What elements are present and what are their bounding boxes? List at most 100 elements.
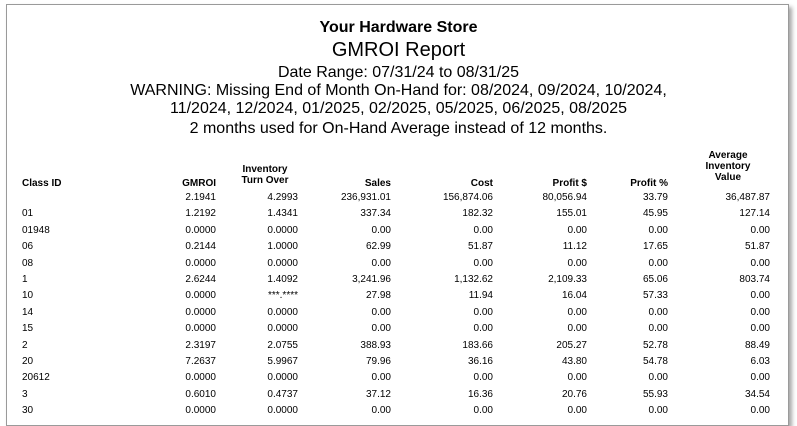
- table-row: 20612 0.0000 0.0000 0.00 0.00 0.00 0.00 0.00: [0, 369, 797, 386]
- col-header-avg-line3: Value: [714, 172, 742, 183]
- col-header-turnover: Inventory Turn Over: [232, 164, 298, 186]
- cell-sales: 337.34: [360, 208, 391, 220]
- cell-avg-inventory: 88.49: [744, 339, 770, 351]
- table-row: 01948 0.0000 0.0000 0.00 0.00 0.00 0.00 0.00: [0, 222, 797, 239]
- cell-profit-amount: 11.12: [562, 241, 587, 253]
- cell-gmroi: 2.6244: [185, 274, 216, 285]
- cell-sales: 79.96: [365, 356, 391, 367]
- cell-cost: 0.00: [473, 372, 493, 384]
- cell-profit-percent: 52.78: [642, 339, 668, 351]
- cell-turnover: 0.0000: [267, 306, 298, 318]
- cell-gmroi: 0.0000: [185, 405, 216, 417]
- cell-cost: 51.87: [467, 241, 493, 253]
- cell-turnover: 1.0000: [267, 241, 298, 253]
- cell-profit-amount: 43.80: [561, 356, 587, 367]
- cell-class-id: 30: [22, 405, 34, 417]
- table-row: 10 0.0000 ***.**** 27.98 11.94 16.04 57.33 0.00: [0, 287, 797, 304]
- cell-cost: 0.00: [473, 257, 493, 269]
- cell-profit-amount: 16.04: [561, 290, 587, 302]
- cell-cost: 0.00: [473, 224, 493, 236]
- report-title: GMROI Report: [331, 39, 466, 61]
- cell-turnover: 0.0000: [267, 405, 298, 417]
- cell-profit-percent: 65.06: [642, 274, 668, 285]
- cell-sales: 62.99: [365, 241, 391, 253]
- col-header-turnover-line1: Inventory: [242, 164, 288, 175]
- cell-profit-percent: 0.00: [648, 306, 668, 318]
- table-row: 1 2.6244 1.4092 3,241.96 1,132.62 2,109.33 65.…: [0, 271, 797, 288]
- cell-cost: 0.00: [473, 306, 493, 318]
- cell-gmroi: 0.0000: [185, 323, 216, 335]
- col-header-profit-amount: Profit $: [552, 178, 587, 189]
- cell-class-id: 06: [22, 241, 34, 253]
- cell-cost: 0.00: [473, 405, 493, 417]
- cell-sales: 0.00: [371, 257, 391, 269]
- col-header-avg-line1: Average: [708, 150, 748, 161]
- cell-profit-percent: 0.00: [648, 224, 668, 236]
- cell-class-id: 15: [22, 323, 34, 335]
- cell-profit-amount: 0.00: [567, 323, 587, 335]
- cell-avg-inventory: 0.00: [750, 224, 770, 236]
- cell-turnover: 4.2993: [267, 192, 298, 203]
- cell-sales: 0.00: [371, 405, 391, 417]
- cell-class-id: 01: [22, 208, 34, 220]
- cell-profit-percent: 45.95: [642, 208, 668, 220]
- cell-class-id: 14: [22, 306, 34, 318]
- col-header-avg-line2: Inventory: [705, 161, 751, 172]
- table-row: 01 1.2192 1.4341 337.34 182.32 155.01 45.95 127…: [0, 205, 797, 222]
- table-row: 3 0.6010 0.4737 37.12 16.36 20.76 55.93 34.54: [0, 386, 797, 403]
- table-row: 08 0.0000 0.0000 0.00 0.00 0.00 0.00 0.00: [0, 255, 797, 272]
- cell-class-id: 20612: [22, 372, 50, 384]
- cell-gmroi: 0.0000: [185, 257, 216, 269]
- cell-profit-percent: 54.78: [642, 356, 668, 367]
- cell-avg-inventory: 0.00: [750, 372, 770, 384]
- cell-gmroi: 0.0000: [185, 290, 216, 302]
- table-row: 20 7.2637 5.9967 79.96 36.16 43.80 54.78 6.03: [0, 353, 797, 370]
- cell-gmroi: 0.0000: [185, 372, 216, 384]
- cell-gmroi: 2.3197: [185, 339, 216, 351]
- cell-profit-percent: 0.00: [648, 323, 668, 335]
- col-header-cost: Cost: [470, 178, 493, 189]
- cell-avg-inventory: 0.00: [750, 290, 770, 302]
- cell-gmroi: 0.0000: [185, 224, 216, 236]
- cell-avg-inventory: 6.03: [750, 356, 770, 367]
- cell-class-id: 10: [22, 290, 34, 302]
- cell-profit-amount: 0.00: [567, 405, 587, 417]
- cell-sales: 37.12: [365, 388, 391, 400]
- cell-class-id: 1: [22, 274, 28, 285]
- cell-profit-percent: 0.00: [648, 372, 668, 384]
- cell-turnover: 2.0755: [267, 339, 298, 351]
- cell-gmroi: 1.2192: [185, 208, 216, 220]
- cell-avg-inventory: 803.74: [739, 274, 770, 285]
- cell-profit-amount: 20.76: [561, 388, 587, 400]
- warning-line-1: WARNING: Missing End of Month On-Hand fo…: [130, 82, 667, 99]
- cell-profit-amount: 2,109.33: [548, 274, 587, 285]
- cell-cost: 182.32: [462, 208, 493, 220]
- cell-avg-inventory: 0.00: [750, 306, 770, 318]
- cell-avg-inventory: 0.00: [750, 405, 770, 417]
- table-row: 2 2.3197 2.0755 388.93 183.66 205.27 52.78 88.4…: [0, 337, 797, 354]
- table-row: 14 0.0000 0.0000 0.00 0.00 0.00 0.00 0.00: [0, 304, 797, 321]
- cell-profit-percent: 0.00: [648, 405, 668, 417]
- cell-profit-amount: 0.00: [567, 257, 587, 269]
- cell-turnover: 5.9967: [267, 356, 298, 367]
- cell-avg-inventory: 127.14: [739, 208, 770, 220]
- col-header-profit-percent: Profit %: [630, 178, 668, 189]
- cell-class-id: 01948: [22, 224, 50, 236]
- cell-profit-amount: 0.00: [567, 224, 587, 236]
- cell-sales: 0.00: [371, 323, 391, 335]
- col-header-avg-inventory: Average Inventory Value: [690, 150, 766, 183]
- cell-profit-amount: 0.00: [567, 306, 587, 318]
- cell-sales: 0.00: [371, 372, 391, 384]
- warning-line-2: 11/2024, 12/2024, 01/2025, 02/2025, 05/2…: [169, 100, 627, 117]
- cell-cost: 36.16: [467, 356, 493, 367]
- cell-turnover: 0.0000: [267, 257, 298, 269]
- table-row: 30 0.0000 0.0000 0.00 0.00 0.00 0.00 0.00: [0, 402, 797, 419]
- cell-avg-inventory: 36,487.87: [725, 192, 771, 203]
- table-row: 2.1941 4.2993 236,931.01 156,874.06 80,056.9…: [0, 189, 797, 206]
- cell-profit-percent: 17.65: [642, 241, 668, 253]
- col-header-gmroi: GMROI: [182, 178, 216, 189]
- cell-profit-amount: 205.27: [556, 339, 587, 351]
- date-range: Date Range: 07/31/24 to 08/31/25: [277, 64, 520, 81]
- cell-cost: 16.36: [467, 388, 493, 400]
- cell-profit-percent: 57.33: [642, 290, 668, 302]
